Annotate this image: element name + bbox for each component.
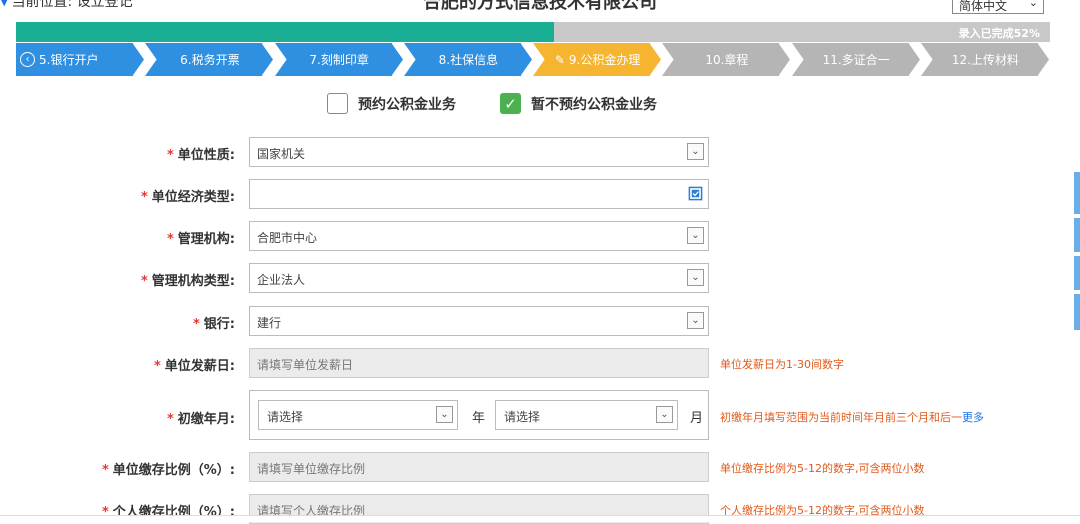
first-month-hint: 初缴年月填写范围为当前时间年月前三个月和后一更多 (720, 411, 984, 424)
economic-type-picker[interactable] (249, 179, 709, 209)
chevron-down-icon: ⌄ (656, 406, 673, 423)
step-label-wrap: 10.章程 (705, 51, 748, 68)
unit-ratio-placeholder: 请填写单位缴存比例 (257, 462, 366, 476)
chevron-down-icon: ⌄ (687, 312, 704, 329)
step-label: 11.多证合一 (822, 53, 890, 67)
step-label-wrap: 8.社保信息 (439, 51, 498, 68)
reserve-label: 预约公积金业务 (358, 96, 456, 113)
step-label-wrap: 6.税务开票 (180, 51, 239, 68)
year-unit: 年 (472, 411, 486, 426)
first-month-box: 请选择 ⌄ 年 请选择 ⌄ 月 (249, 390, 709, 440)
step-navigation: ‹ 5.银行开户 6.税务开票 7.刻制印章 8.社保信息 ✎ 9.公积金办理 10.章程 11… (16, 43, 1050, 76)
pay-day-input[interactable]: 请填写单位发薪日 (249, 348, 709, 378)
bottom-toolbar (0, 515, 1080, 522)
unit-ratio-input[interactable]: 请填写单位缴存比例 (249, 452, 709, 482)
step-7[interactable]: 7.刻制印章 (274, 43, 404, 76)
progress-fill (16, 22, 554, 42)
step-12[interactable]: 12.上传材料 (920, 43, 1050, 76)
bank-value: 建行 (257, 316, 282, 330)
side-tab[interactable] (1074, 256, 1080, 290)
chevron-down-icon: ⌄ (687, 269, 704, 286)
unit-nature-value: 国家机关 (257, 147, 306, 161)
step-label-wrap: 7.刻制印章 (309, 51, 368, 68)
first-month-label: * 初缴年月: (166, 412, 235, 427)
year-select[interactable]: 请选择 ⌄ (258, 400, 458, 430)
step-8[interactable]: 8.社保信息 (403, 43, 533, 76)
unit-ratio-label: * 单位缴存比例（%）: (101, 463, 235, 478)
step-label: 6.税务开票 (180, 53, 240, 67)
bank-label: * 银行: (192, 317, 235, 332)
step-label-wrap: ‹ 5.银行开户 (16, 51, 98, 68)
step-label-wrap: 12.上传材料 (952, 51, 1019, 68)
step-9[interactable]: ✎ 9.公积金办理 (533, 43, 663, 76)
step-5[interactable]: ‹ 5.银行开户 (16, 43, 146, 76)
no-reserve-checkbox[interactable]: ✓ (500, 93, 521, 114)
no-reserve-option[interactable]: ✓ 暂不预约公积金业务 (500, 93, 657, 114)
step-label: 9.公积金办理 (568, 53, 641, 67)
unit-nature-label: * 单位性质: (166, 148, 235, 163)
check-icon: ✓ (504, 94, 517, 113)
month-placeholder: 请选择 (504, 410, 541, 424)
page-title: 合肥的方式信息技术有限公司 (423, 0, 657, 13)
side-tab[interactable] (1074, 218, 1080, 252)
management-org-value: 合肥市中心 (257, 231, 318, 245)
org-type-select[interactable]: 企业法人 ⌄ (249, 263, 709, 293)
month-select[interactable]: 请选择 ⌄ (495, 400, 678, 430)
step-label: 7.刻制印章 (309, 53, 369, 67)
step-label: 12.上传材料 (951, 53, 1019, 67)
month-unit: 月 (690, 411, 704, 426)
pay-day-label: * 单位发薪日: (153, 359, 235, 374)
pencil-icon: ✎ (554, 52, 565, 67)
bank-select[interactable]: 建行 ⌄ (249, 306, 709, 336)
chevron-down-icon: ⌄ (436, 406, 453, 423)
progress-text: 录入已完成52% (958, 27, 1040, 40)
top-bar: ▼ 当前位置: 设立登记 合肥的方式信息技术有限公司 简体中文 ⌄ (0, 0, 1080, 22)
management-org-select[interactable]: 合肥市中心 ⌄ (249, 221, 709, 251)
back-circle-icon[interactable]: ‹ (20, 52, 35, 67)
pay-day-hint: 单位发薪日为1-30间数字 (720, 358, 844, 371)
step-label: 10.章程 (705, 53, 749, 67)
reserve-option[interactable]: 预约公积金业务 (327, 93, 456, 114)
year-placeholder: 请选择 (267, 410, 304, 424)
more-link[interactable]: 更多 (962, 411, 984, 424)
unit-nature-select[interactable]: 国家机关 ⌄ (249, 137, 709, 167)
org-type-label: * 管理机构类型: (140, 274, 235, 289)
step-10[interactable]: 10.章程 (662, 43, 792, 76)
chevron-down-icon: ⌄ (687, 227, 704, 244)
side-tab[interactable] (1074, 294, 1080, 330)
side-tab[interactable] (1074, 172, 1080, 214)
step-label: 8.社保信息 (438, 53, 499, 67)
step-11[interactable]: 11.多证合一 (791, 43, 921, 76)
step-label: 5.银行开户 (39, 53, 99, 67)
language-value: 简体中文 (959, 0, 1008, 13)
step-label-wrap: 11.多证合一 (823, 51, 890, 68)
pay-day-placeholder: 请填写单位发薪日 (257, 358, 354, 372)
unit-ratio-hint: 单位缴存比例为5-12的数字,可含两位小数 (720, 462, 925, 475)
no-reserve-label: 暂不预约公积金业务 (531, 96, 657, 113)
progress-bar: 录入已完成52% (16, 22, 1050, 42)
reserve-checkbox[interactable] (327, 93, 348, 114)
chevron-down-icon: ⌄ (687, 143, 704, 160)
chevron-down-icon: ⌄ (1028, 0, 1038, 9)
org-type-value: 企业法人 (257, 273, 306, 287)
step-label-wrap: ✎ 9.公积金办理 (555, 51, 641, 68)
economic-type-label: * 单位经济类型: (140, 190, 235, 205)
management-org-label: * 管理机构: (166, 232, 235, 247)
step-6[interactable]: 6.税务开票 (145, 43, 275, 76)
picker-icon[interactable] (688, 186, 703, 201)
language-select[interactable]: 简体中文 ⌄ (952, 0, 1044, 14)
